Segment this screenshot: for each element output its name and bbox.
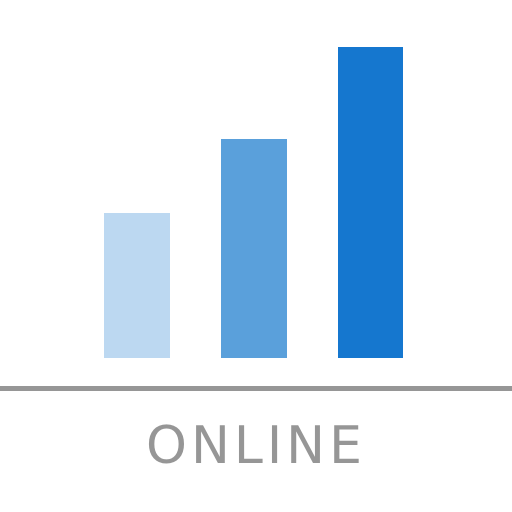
signal-bar-low — [104, 213, 170, 358]
online-status-icon: ONLINE — [0, 0, 512, 512]
online-label: ONLINE — [146, 416, 366, 476]
signal-bar-high — [338, 47, 403, 358]
signal-bar-medium — [221, 139, 287, 358]
baseline-divider — [0, 386, 512, 391]
